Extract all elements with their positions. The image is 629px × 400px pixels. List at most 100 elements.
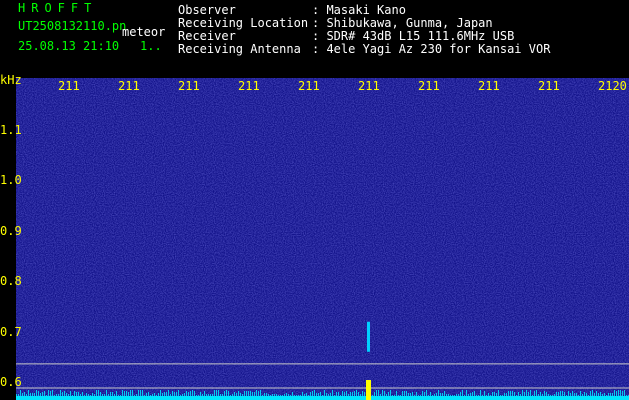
y-axis-unit: kHz [0,73,22,87]
noise-floor-spike [590,391,591,396]
noise-floor-spike [340,395,341,396]
noise-floor-spike [136,394,137,396]
noise-floor-spike [62,392,63,396]
noise-floor-spike [356,390,357,396]
noise-floor-spike [300,395,301,396]
noise-floor-spike [420,395,421,396]
x-tick-label: 211 [358,79,380,93]
noise-floor-spike [362,391,363,396]
noise-floor-spike [68,394,69,396]
noise-floor-spike [194,391,195,396]
noise-floor-spike [72,395,73,396]
filename-label: UT2508132110.pn [18,19,127,33]
noise-floor-spike [612,393,613,396]
noise-floor-spike [52,390,53,396]
noise-floor-spike [560,391,561,396]
noise-floor-spike [462,390,463,396]
noise-floor-spike [220,394,221,396]
noise-floor-spike [240,393,241,396]
noise-floor-spike [78,392,79,396]
noise-floor-spike [546,392,547,396]
noise-floor-spike [210,394,211,396]
noise-floor-spike [310,392,311,396]
noise-floor-spike [538,394,539,396]
noise-floor-spike [438,390,439,396]
noise-floor-spike [348,394,349,396]
noise-floor-spike [82,392,83,396]
noise-floor-spike [360,394,361,396]
noise-floor-spike [36,390,37,396]
noise-floor-spike [58,394,59,396]
meteor-echo-trace [367,321,370,352]
noise-floor-spike [22,393,23,396]
noise-floor-spike [466,390,467,396]
noise-floor-spike [292,392,293,396]
noise-floor-spike [224,391,225,396]
noise-floor-spike [106,390,107,396]
noise-floor-spike [416,392,417,396]
noise-floor-spike [424,392,425,396]
antenna-value: : 4ele Yagi Az 230 for Kansai VOR [312,42,551,56]
y-tick-label: 0.9 [0,223,22,238]
noise-floor-spike [494,392,495,396]
noise-floor-spike [596,391,597,396]
noise-floor-spike [324,390,325,396]
meteor-echo-head [366,380,371,400]
noise-floor-spike [352,392,353,396]
x-tick-label: 211 [238,79,260,93]
noise-floor-spike [578,395,579,396]
noise-floor-band [16,396,629,400]
noise-floor-spike [398,395,399,396]
noise-floor-spike [468,394,469,396]
noise-floor-spike [198,395,199,396]
noise-floor-spike [440,393,441,396]
noise-floor-spike [346,391,347,396]
noise-floor-spike [112,392,113,396]
noise-floor-spike [404,391,405,396]
noise-floor-spike [452,395,453,396]
noise-floor-spike [470,393,471,396]
noise-floor-spike [318,393,319,396]
noise-floor-spike [542,394,543,396]
noise-floor-spike [290,395,291,396]
noise-floor-spike [256,390,257,396]
x-tick-label: 211 [118,79,140,93]
noise-floor-spike [602,394,603,396]
noise-floor-spike [598,393,599,396]
noise-floor-spike [56,394,57,396]
noise-floor-spike [442,393,443,396]
noise-floor-spike [514,392,515,396]
noise-floor-spike [242,394,243,396]
noise-floor-spike [164,392,165,396]
noise-floor-spike [28,390,29,396]
noise-floor-spike [238,391,239,396]
noise-floor-spike [98,390,99,396]
noise-floor-spike [286,393,287,396]
noise-floor-spike [456,394,457,396]
noise-floor-spike [558,392,559,396]
noise-floor-spike [510,391,511,396]
x-tick-label: 211 [58,79,80,93]
receiver-label: Receiver [178,29,236,43]
noise-floor-spike [358,392,359,396]
noise-floor-spike [288,394,289,396]
noise-floor-spike [192,390,193,396]
noise-floor-spike [268,394,269,396]
noise-floor-spike [278,395,279,396]
noise-floor-spike [332,390,333,396]
noise-floor-spike [428,395,429,396]
noise-floor-spike [186,391,187,396]
noise-floor-spike [524,392,525,396]
noise-floor-spike [282,395,283,396]
noise-floor-spike [372,395,373,396]
noise-floor-spike [376,390,377,396]
noise-floor-spike [580,391,581,396]
noise-floor-spike [16,394,17,396]
noise-floor-spike [506,393,507,396]
noise-floor-spike [338,392,339,396]
noise-floor-spike [266,393,267,396]
noise-floor-spike [480,390,481,396]
noise-floor-spike [228,391,229,396]
noise-floor-spike [488,393,489,396]
noise-floor-spike [24,392,25,396]
